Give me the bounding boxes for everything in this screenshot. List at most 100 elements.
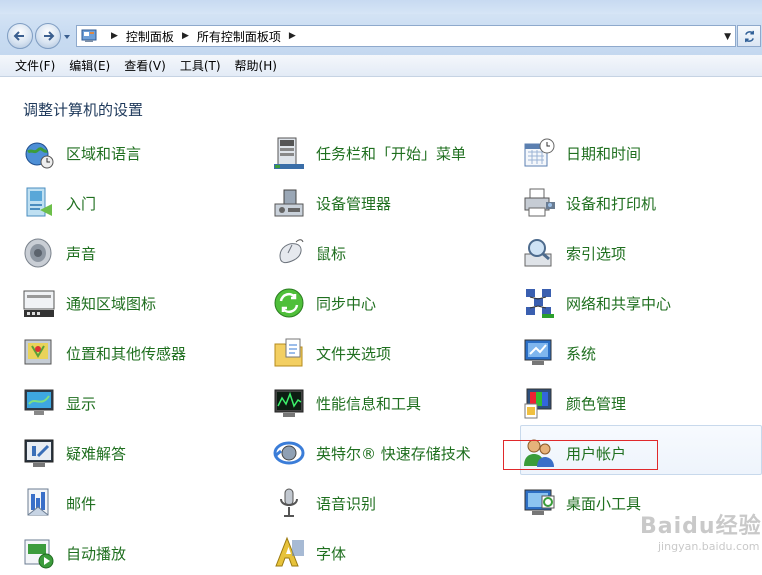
cp-item[interactable]: 日期和时间 [522, 128, 641, 178]
cp-item[interactable]: 位置和其他传感器 [22, 328, 186, 378]
address-bar[interactable]: ▶ 控制面板 ▶ 所有控制面板项 ▶ ▼ [76, 25, 736, 47]
folder-options-icon [274, 338, 303, 367]
refresh-icon [744, 30, 754, 42]
autoplay-icon [24, 539, 54, 569]
cp-item-label: 鼠标 [316, 244, 347, 263]
cp-item[interactable]: 桌面小工具 [522, 478, 641, 528]
index-search-icon [524, 239, 552, 267]
notification-tray-icon [23, 290, 55, 317]
color-management-icon [524, 388, 552, 419]
cp-item-label: 任务栏和「开始」菜单 [316, 144, 467, 163]
cp-item-label: 桌面小工具 [566, 494, 642, 513]
address-dropdown-icon[interactable]: ▼ [724, 32, 731, 42]
cp-item-label: 同步中心 [316, 294, 377, 313]
watermark-logo: Baidu经验 [640, 514, 762, 539]
cp-item-label: 显示 [66, 394, 97, 413]
cp-item[interactable]: 同步中心 [272, 278, 376, 328]
breadcrumb-separator[interactable]: ▶ [111, 31, 118, 41]
cp-item-label: 索引选项 [566, 244, 627, 263]
cp-item-label: 设备管理器 [316, 194, 392, 213]
cp-item[interactable]: 自动播放 [22, 528, 126, 575]
history-dropdown-icon[interactable] [63, 33, 71, 41]
breadcrumb-all-items[interactable]: 所有控制面板项 [197, 28, 281, 45]
globe-clock-icon [25, 142, 54, 169]
menu-help[interactable]: 帮助(H) [228, 57, 284, 74]
cp-item[interactable]: 任务栏和「开始」菜单 [272, 128, 466, 178]
cp-item-label: 网络和共享中心 [566, 294, 672, 313]
mouse-icon [279, 239, 304, 264]
forward-button[interactable] [35, 23, 61, 49]
cp-item[interactable]: 设备管理器 [272, 178, 391, 228]
breadcrumb-separator[interactable]: ▶ [182, 31, 189, 41]
cp-item[interactable]: 字体 [272, 528, 346, 575]
cp-item[interactable]: 文件夹选项 [272, 328, 391, 378]
mail-icon [27, 488, 49, 516]
cp-item-label: 英特尔® 快速存储技术 [316, 444, 471, 463]
menu-view[interactable]: 查看(V) [117, 57, 173, 74]
printer-icon [524, 188, 555, 217]
cp-item-label: 自动播放 [66, 544, 127, 563]
fonts-icon [275, 536, 304, 567]
calendar-clock-icon [524, 138, 555, 167]
cp-item-label: 性能信息和工具 [316, 394, 422, 413]
cp-item[interactable]: 设备和打印机 [522, 178, 656, 228]
page-title: 调整计算机的设置 [23, 101, 144, 119]
getting-started-icon [26, 187, 52, 217]
speaker-icon [24, 238, 52, 268]
menu-tools[interactable]: 工具(T) [173, 57, 228, 74]
window-chrome: ▶ 控制面板 ▶ 所有控制面板项 ▶ ▼ [0, 0, 762, 55]
performance-icon [274, 389, 304, 417]
cp-item[interactable]: 性能信息和工具 [272, 378, 421, 428]
cp-item-label: 语音识别 [316, 494, 377, 513]
cp-item[interactable]: 显示 [22, 378, 96, 428]
cp-item-label: 位置和其他传感器 [66, 344, 187, 363]
gadgets-icon [524, 489, 555, 515]
watermark-url: jingyan.baidu.com [658, 540, 760, 553]
microphone-icon [280, 488, 298, 517]
cp-item[interactable]: 声音 [22, 228, 96, 278]
cp-item-label: 疑难解答 [66, 444, 127, 463]
cp-item-label: 系统 [566, 344, 597, 363]
breadcrumb-control-panel[interactable]: 控制面板 [126, 28, 174, 45]
cp-item-label: 入门 [66, 194, 97, 213]
back-arrow-icon [13, 31, 24, 41]
breadcrumb-separator[interactable]: ▶ [289, 31, 296, 41]
cp-item[interactable]: 鼠标 [272, 228, 346, 278]
sync-icon [274, 288, 304, 318]
cp-item[interactable]: 网络和共享中心 [522, 278, 671, 328]
watermark: Baidu经验 jingyan.baidu.com [640, 508, 762, 568]
location-sensor-icon [24, 339, 52, 365]
menu-file[interactable]: 文件(F) [8, 57, 62, 74]
display-icon [24, 389, 54, 415]
back-button[interactable] [7, 23, 33, 49]
cp-item-label: 通知区域图标 [66, 294, 157, 313]
cp-item-label: 字体 [316, 544, 347, 563]
forward-arrow-icon [44, 31, 55, 41]
refresh-button[interactable] [737, 25, 761, 47]
network-icon [526, 289, 554, 318]
menu-edit[interactable]: 编辑(E) [62, 57, 117, 74]
cp-item[interactable]: 系统 [522, 328, 596, 378]
cp-item-label: 颜色管理 [566, 394, 627, 413]
intel-storage-icon [273, 441, 305, 465]
cp-item[interactable]: 区域和语言 [22, 128, 141, 178]
annotation-highlight-box [503, 440, 658, 470]
cp-item-label: 日期和时间 [566, 144, 642, 163]
cp-item-label: 区域和语言 [66, 144, 142, 163]
cp-item[interactable]: 入门 [22, 178, 96, 228]
cp-item[interactable]: 邮件 [22, 478, 96, 528]
cp-item-label: 文件夹选项 [316, 344, 392, 363]
cp-item[interactable]: 颜色管理 [522, 378, 626, 428]
cp-item-label: 邮件 [66, 494, 97, 513]
cp-item[interactable]: 疑难解答 [22, 428, 126, 478]
title-bar [0, 0, 762, 14]
device-manager-icon [274, 189, 304, 217]
cp-item[interactable]: 索引选项 [522, 228, 626, 278]
taskbar-icon [274, 137, 304, 169]
cp-item[interactable]: 通知区域图标 [22, 278, 156, 328]
cp-item-label: 设备和打印机 [566, 194, 657, 213]
cp-item[interactable]: 语音识别 [272, 478, 376, 528]
menu-bar: 文件(F) 编辑(E) 查看(V) 工具(T) 帮助(H) [0, 55, 762, 77]
troubleshoot-icon [24, 439, 54, 467]
cp-item[interactable]: 英特尔® 快速存储技术 [272, 428, 471, 478]
